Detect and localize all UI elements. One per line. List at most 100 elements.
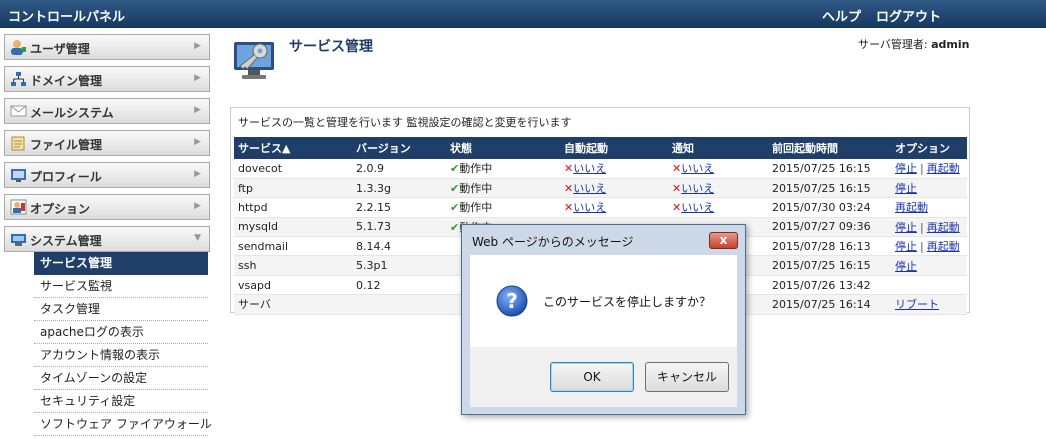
version-value: 5.1.73 [356, 220, 391, 234]
last-start-cell: 2015/07/30 03:24 [768, 197, 891, 218]
service-name: ssh [238, 259, 257, 273]
submenu-account-info[interactable]: アカウント情報の表示 [34, 344, 208, 367]
sidebar-item-users[interactable]: ユーザ管理 ▶ [4, 34, 210, 60]
sidebar-item-files[interactable]: ファイル管理 ▶ [4, 130, 210, 156]
cancel-button[interactable]: キャンセル [645, 362, 729, 392]
options-cell: 停止 [891, 255, 967, 276]
version-cell: 2.0.9 [352, 159, 446, 179]
check-icon: ✔ [450, 162, 460, 176]
last-start-cell: 2015/07/27 09:36 [768, 217, 891, 238]
option-link-secondary[interactable]: 再起動 [927, 162, 960, 175]
column-header-options: オプション [891, 137, 967, 159]
service-name-cell: sendmail [234, 236, 352, 257]
column-header-last-start: 前回起動時間 [768, 137, 891, 159]
notify-link[interactable]: いいえ [681, 182, 714, 195]
sidebar-item-domains[interactable]: ドメイン管理 ▶ [4, 66, 210, 92]
folder-icon [11, 136, 25, 151]
confirm-dialog: Web ページからのメッセージ x ? このサービスを停止しますか？ OK キャ… [461, 224, 746, 415]
option-link-primary[interactable]: 再起動 [895, 201, 928, 214]
sidebar-item-profile[interactable]: プロフィール ▶ [4, 162, 210, 188]
sidebar-item-label: ファイル管理 [30, 138, 103, 152]
sidebar-item-mail[interactable]: メールシステム ▶ [4, 98, 210, 124]
app-title: コントロールパネル [8, 10, 126, 25]
option-link-primary[interactable]: 停止 [895, 162, 917, 175]
submenu-task-management[interactable]: タスク管理 [34, 298, 208, 321]
sidebar-item-label: システム管理 [30, 234, 102, 248]
chevron-right-icon: ▶ [194, 41, 201, 51]
options-cell: 停止 [891, 178, 967, 199]
submenu-firewall[interactable]: ソフトウェア ファイアウォール [34, 413, 212, 436]
submenu-service-monitoring[interactable]: サービス監視 [34, 275, 208, 298]
system-submenu: サービス管理 サービス監視 タスク管理 apacheログの表示 アカウント情報の… [34, 252, 212, 436]
service-name-cell: vsapd [234, 275, 352, 296]
option-link-primary[interactable]: 停止 [895, 260, 917, 273]
options-cell: 停止 | 再起動 [891, 159, 967, 179]
version-cell: 0.12 [352, 275, 446, 296]
options-cell: 停止 | 再起動 [891, 217, 967, 238]
notify-link[interactable]: いいえ [681, 201, 714, 214]
autostart-link[interactable]: いいえ [573, 182, 606, 195]
options-cell [891, 275, 967, 296]
logout-link[interactable]: ログアウト [876, 6, 941, 25]
service-name-cell: mysqld [234, 217, 352, 238]
option-link-secondary[interactable]: 再起動 [927, 221, 960, 234]
version-cell: 1.3.3g [352, 178, 446, 199]
svg-text:?: ? [506, 289, 518, 313]
dialog-close-button[interactable]: x [709, 232, 738, 249]
admin-prefix: サーバ管理者: [858, 38, 932, 51]
option-link-primary[interactable]: 停止 [895, 240, 917, 253]
sidebar-item-label: オプション [30, 202, 91, 216]
autostart-link[interactable]: いいえ [573, 162, 606, 175]
system-icon [11, 234, 26, 246]
last-start-value: 2015/07/28 16:13 [772, 239, 871, 253]
check-icon: ✔ [450, 182, 460, 196]
profile-icon [11, 169, 26, 182]
option-link-primary[interactable]: 停止 [895, 221, 917, 234]
submenu-timezone[interactable]: タイムゾーンの設定 [34, 367, 208, 390]
autostart-cell: ✕いいえ [560, 178, 668, 199]
option-link-primary[interactable]: 停止 [895, 182, 917, 195]
status-cell: ✔動作中 [446, 197, 560, 218]
last-start-value: 2015/07/25 16:14 [772, 297, 871, 311]
sidebar: ユーザ管理 ▶ ドメイン管理 ▶ メールシステム ▶ ファイル管理 ▶ プロフィ… [4, 34, 212, 436]
service-name: vsapd [238, 278, 271, 292]
x-icon: ✕ [564, 201, 574, 215]
notify-cell: ✕いいえ [668, 197, 768, 218]
chevron-right-icon: ▶ [194, 201, 201, 211]
submenu-apache-log[interactable]: apacheログの表示 [34, 321, 208, 344]
sidebar-item-label: ユーザ管理 [30, 42, 90, 56]
notify-link[interactable]: いいえ [681, 162, 714, 175]
x-icon: ✕ [672, 162, 682, 176]
submenu-security[interactable]: セキュリティ設定 [34, 390, 208, 413]
version-value: 8.14.4 [356, 239, 391, 253]
version-value: 2.2.15 [356, 200, 391, 214]
last-start-cell: 2015/07/26 13:42 [768, 275, 891, 296]
chevron-down-icon: ▼ [194, 233, 201, 243]
chevron-right-icon: ▶ [194, 105, 201, 115]
version-cell [352, 294, 446, 315]
service-name: mysqld [238, 220, 278, 234]
service-name: ftp [238, 181, 253, 195]
last-start-cell: 2015/07/25 16:15 [768, 159, 891, 179]
autostart-link[interactable]: いいえ [573, 201, 606, 214]
service-name-cell: httpd [234, 197, 352, 218]
table-header-row: サービス▲ バージョン 状態 自動起動 通知 前回起動時間 オプション [234, 137, 967, 159]
ok-button[interactable]: OK [550, 362, 634, 392]
service-name-cell: ftp [234, 178, 352, 199]
autostart-cell: ✕いいえ [560, 159, 668, 179]
help-link[interactable]: ヘルプ [822, 6, 861, 25]
service-name: httpd [238, 200, 268, 214]
version-cell: 5.3p1 [352, 255, 446, 276]
options-icon [10, 199, 27, 215]
sidebar-item-options[interactable]: オプション ▶ [4, 194, 210, 220]
option-link-primary[interactable]: リブート [895, 298, 939, 311]
column-header-service[interactable]: サービス▲ [234, 137, 352, 159]
chevron-right-icon: ▶ [194, 169, 201, 179]
submenu-service-management[interactable]: サービス管理 [34, 252, 208, 275]
dialog-title: Web ページからのメッセージ [472, 235, 634, 249]
sidebar-item-system[interactable]: システム管理 ▼ [4, 226, 210, 252]
x-icon: ✕ [564, 182, 574, 196]
option-link-secondary[interactable]: 再起動 [927, 240, 960, 253]
dialog-body: ? このサービスを停止しますか？ [470, 255, 737, 347]
version-value: 2.0.9 [356, 161, 384, 175]
